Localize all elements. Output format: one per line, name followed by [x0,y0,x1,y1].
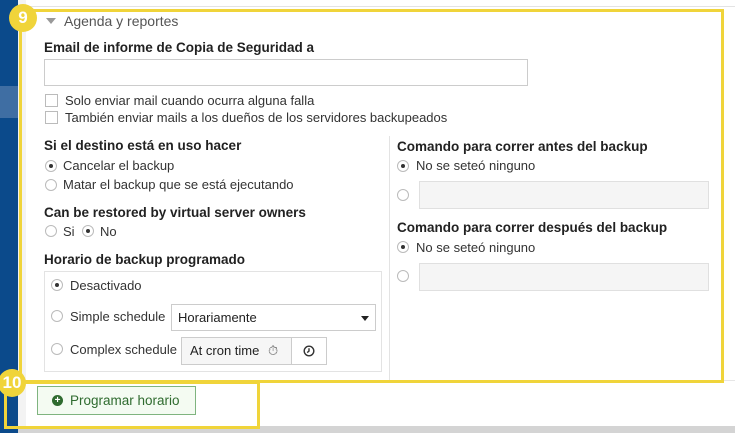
sidebar-active-highlight [0,86,18,118]
annotation-badge-9: 9 [9,4,37,32]
left-sidebar-strip [0,0,18,433]
annotation-box-9 [19,9,724,383]
annotation-box-10 [4,381,260,429]
